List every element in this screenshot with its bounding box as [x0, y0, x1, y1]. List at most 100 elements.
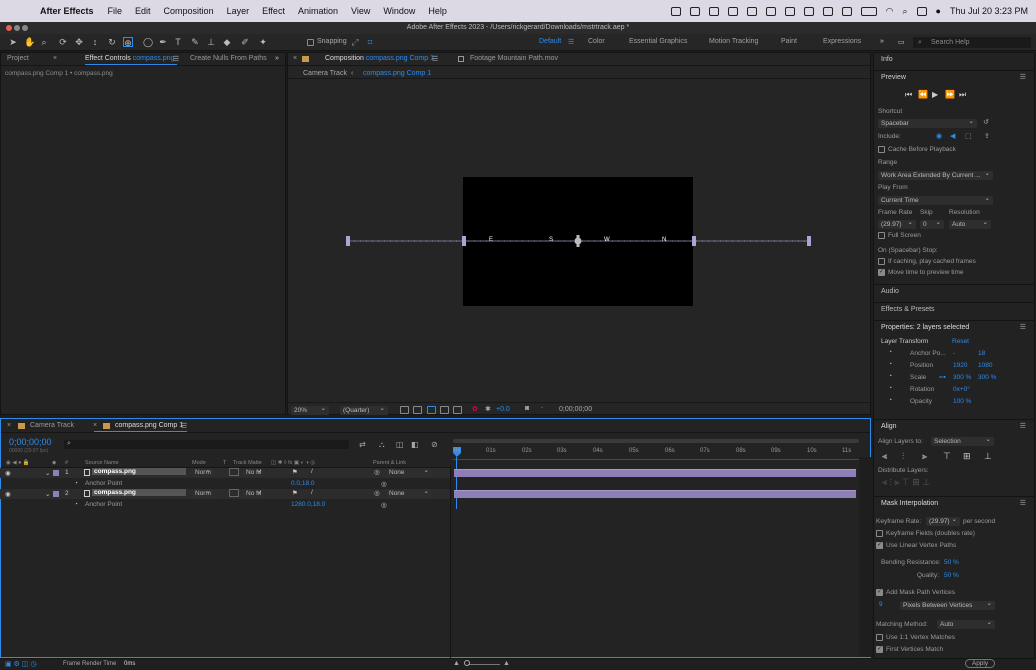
tab-footage[interactable]: Footage Mountain Path.mov: [470, 55, 558, 62]
distribute-icons[interactable]: ⫷ ⫶ ⫸ ⊤ ⊞ ⊥: [882, 477, 930, 488]
bending-value[interactable]: 50 %: [944, 559, 959, 566]
resolution-dropdown[interactable]: (Quarter): [340, 404, 388, 415]
include-video-icon[interactable]: ◉: [936, 132, 942, 140]
snapping-checkbox[interactable]: [307, 39, 314, 46]
if-caching-checkbox[interactable]: [878, 258, 885, 265]
keyframe-fields-checkbox[interactable]: [876, 530, 883, 537]
draft-3d-icon[interactable]: ⛬: [379, 440, 385, 450]
layer-1-shy-icon[interactable]: ⚑: [292, 468, 298, 476]
timeline-search-input[interactable]: ⌕: [64, 440, 349, 449]
type-tool-icon[interactable]: T: [173, 37, 183, 47]
add-vertices-checkbox[interactable]: [876, 588, 883, 596]
position-x[interactable]: 1920: [953, 362, 967, 369]
battery-icon[interactable]: [860, 6, 877, 16]
rotation-value[interactable]: 0x+0°: [953, 386, 970, 393]
more-workspaces-icon[interactable]: »: [880, 38, 884, 45]
timeline-tab-comp[interactable]: compass.png Comp 1: [115, 422, 183, 429]
preview-resolution-dropdown[interactable]: Auto: [949, 218, 991, 229]
tab-effect-controls[interactable]: Effect Controls compass.png: [85, 55, 174, 62]
include-export-icon[interactable]: ⇪: [984, 132, 990, 140]
exposure-value[interactable]: +0.0: [496, 406, 510, 413]
siri-icon[interactable]: ●: [936, 6, 941, 16]
layer-2-quality-icon[interactable]: /: [311, 489, 313, 496]
hand-tool-icon[interactable]: ✋: [24, 37, 35, 47]
full-screen-checkbox[interactable]: [878, 232, 885, 239]
puppet-tool-icon[interactable]: ✦: [258, 37, 268, 47]
skip-dropdown[interactable]: 0: [920, 218, 944, 229]
position-y[interactable]: 1080: [978, 362, 992, 369]
status-icon-5[interactable]: [765, 6, 776, 16]
anchor-point-y[interactable]: 18: [978, 350, 985, 357]
snap-option-icon[interactable]: ⤢: [350, 37, 360, 47]
use-1to1-checkbox[interactable]: [876, 634, 883, 641]
frame-rate-dropdown[interactable]: (29.97): [878, 218, 916, 229]
workspace-menu-icon[interactable]: ☰: [568, 38, 574, 46]
pen-tool-icon[interactable]: ✒: [158, 37, 168, 47]
menu-effect[interactable]: Effect: [262, 6, 285, 16]
status-icon-6[interactable]: [784, 6, 795, 16]
timeline-vertical-scrollbar[interactable]: [859, 457, 871, 657]
rotation-stopwatch-icon[interactable]: ◔: [888, 385, 892, 392]
layer-2-stopwatch-icon[interactable]: ◔: [74, 501, 78, 508]
search-icon[interactable]: ⌕: [902, 6, 907, 17]
layer-1-preserve-icon[interactable]: [229, 468, 239, 476]
clone-stamp-tool-icon[interactable]: ⊥: [206, 37, 216, 47]
quality-value[interactable]: 50 %: [944, 572, 959, 579]
preview-header[interactable]: Preview ☰: [874, 70, 1034, 84]
linear-paths-checkbox[interactable]: [876, 541, 883, 549]
roto-brush-tool-icon[interactable]: ✐: [240, 37, 250, 47]
align-to-dropdown[interactable]: Selection: [931, 435, 994, 446]
ellipse-tool-icon[interactable]: ◯: [143, 37, 153, 47]
col-t[interactable]: T: [223, 460, 226, 466]
work-area-bar[interactable]: [453, 439, 859, 443]
compass-layer-overlay[interactable]: [340, 230, 820, 254]
layer-2-mode[interactable]: Norm: [192, 487, 214, 498]
zoom-out-icon[interactable]: ▲: [453, 660, 460, 667]
audio-header[interactable]: Audio: [874, 284, 1034, 298]
layer-row-2[interactable]: ◉ ⌄ 2 compass.png Norm No M ⚑ / ◎ None: [0, 487, 450, 499]
search-help-input[interactable]: ⌕ Search Help: [913, 37, 1031, 48]
align-hcenter-icon[interactable]: ⫶: [902, 451, 904, 462]
tab-close-icon[interactable]: ×: [53, 55, 57, 62]
include-overlays-icon[interactable]: ⬚: [965, 132, 972, 140]
wifi-icon[interactable]: ◠: [886, 6, 894, 17]
layer-2-parent[interactable]: None: [386, 487, 432, 498]
prev-frame-icon[interactable]: ⏪: [918, 90, 928, 99]
align-bottom-icon[interactable]: ⊥: [984, 451, 992, 462]
menu-composition[interactable]: Composition: [164, 6, 214, 16]
snapshot-icon[interactable]: ◙: [525, 405, 529, 412]
clock-icon[interactable]: [841, 6, 852, 16]
fast-previews-icon[interactable]: [400, 406, 409, 414]
timeline-zoom-slider[interactable]: [468, 664, 500, 665]
preview-menu-icon[interactable]: ☰: [1020, 71, 1026, 85]
workspace-paint[interactable]: Paint: [781, 38, 797, 45]
layer-1-duration-bar[interactable]: [454, 469, 856, 477]
pan-tool-icon[interactable]: ✥: [74, 37, 84, 47]
layer-2-duration-bar[interactable]: [454, 490, 856, 498]
reset-shortcut-icon[interactable]: ↺: [983, 118, 989, 126]
mask-visibility-icon[interactable]: [427, 406, 436, 414]
layer-2-preserve-icon[interactable]: [229, 489, 239, 497]
layer-1-label-color[interactable]: [53, 470, 59, 476]
workspace-default[interactable]: Default: [539, 38, 561, 45]
control-center-icon[interactable]: [916, 6, 927, 16]
workspace-expressions[interactable]: Expressions: [823, 38, 861, 45]
menu-help[interactable]: Help: [428, 6, 447, 16]
mask-interp-header[interactable]: Mask Interpolation ☰: [874, 496, 1034, 510]
scale-y[interactable]: 300 %: [978, 374, 996, 381]
rotation-tool-icon[interactable]: ↻: [107, 37, 117, 47]
layer-1-anchor-value[interactable]: 0.0,18.0: [291, 480, 315, 487]
play-icon[interactable]: ▶: [932, 90, 938, 99]
layer-1-visibility-icon[interactable]: ◉: [5, 469, 11, 477]
zoom-tool-icon[interactable]: ⌕: [39, 37, 49, 47]
transparency-grid-icon[interactable]: [440, 406, 449, 414]
close-window-button[interactable]: [6, 25, 12, 31]
col-source-name[interactable]: Source Name: [85, 460, 119, 466]
layer-2-twirl-icon[interactable]: ⌄: [45, 490, 50, 498]
dropbox-icon[interactable]: [727, 6, 738, 16]
reset-transform-link[interactable]: Reset: [952, 338, 969, 345]
grid-icon[interactable]: [413, 406, 422, 414]
comp-mini-flowchart-icon[interactable]: ⇄: [359, 440, 366, 449]
zoom-in-icon[interactable]: ▲: [503, 660, 510, 667]
info-panel-title[interactable]: Info: [881, 56, 893, 63]
